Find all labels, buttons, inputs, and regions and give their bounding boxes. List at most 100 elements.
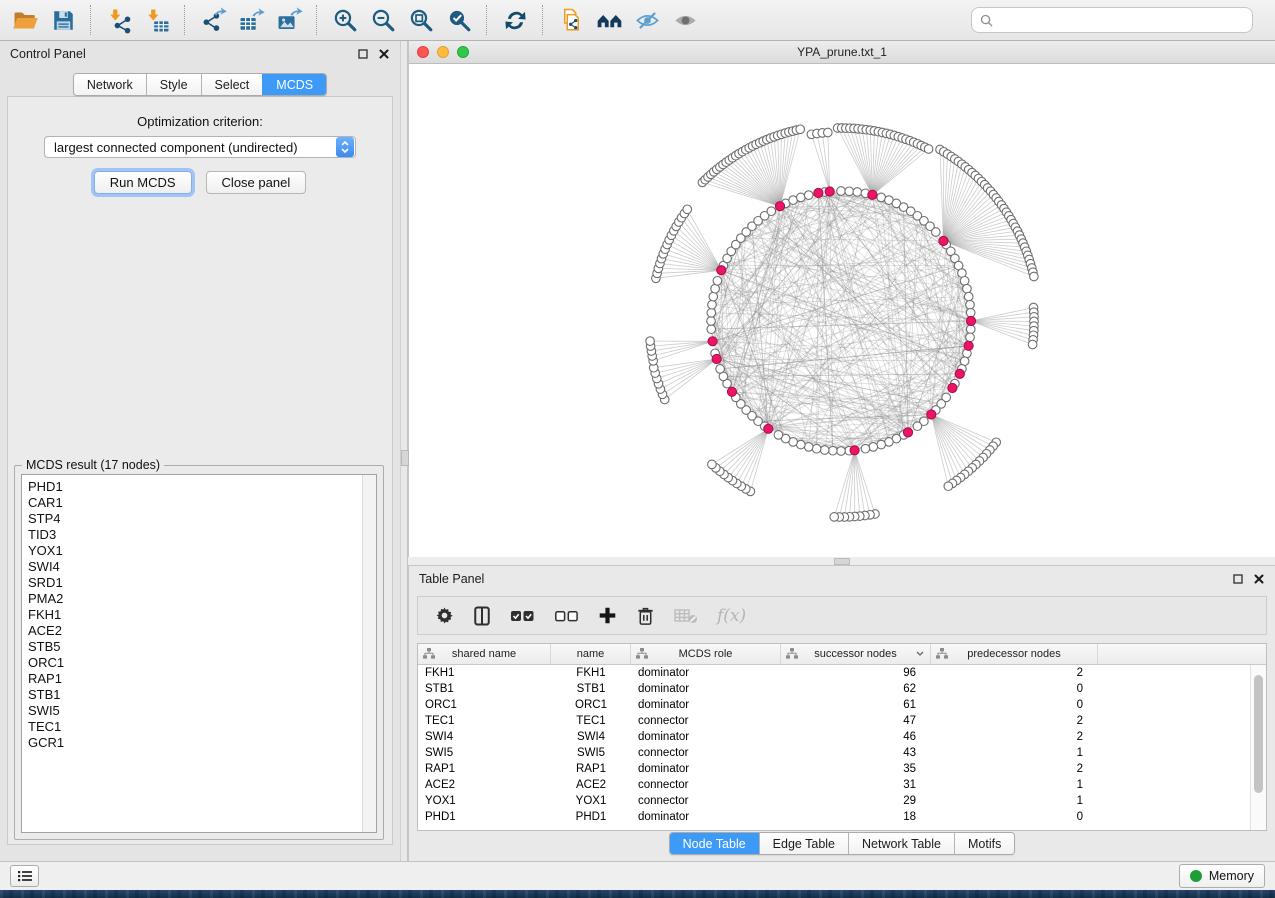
network-node[interactable] [683, 205, 692, 214]
network-node[interactable] [960, 277, 969, 286]
table-tab-motifs[interactable]: Motifs [954, 833, 1014, 854]
network-hub-node[interactable] [717, 266, 726, 275]
open-file-button[interactable] [6, 4, 44, 36]
import-network-button[interactable] [100, 4, 138, 36]
network-graph[interactable] [409, 64, 1274, 558]
run-mcds-button[interactable]: Run MCDS [94, 171, 192, 194]
network-node[interactable] [845, 187, 854, 196]
minimize-window-icon[interactable] [437, 46, 449, 58]
search-input[interactable] [999, 12, 1244, 28]
table-tab-network-table[interactable]: Network Table [848, 833, 954, 854]
table-row[interactable]: YOX1YOX1connector291 [418, 793, 1266, 809]
network-node[interactable] [913, 422, 922, 431]
table-row[interactable]: TEC1TEC1connector472 [418, 713, 1266, 729]
mcds-result-item[interactable]: STB5 [28, 639, 362, 655]
table-row[interactable]: RAP1RAP1dominator352 [418, 761, 1266, 777]
network-node[interactable] [829, 446, 838, 455]
network-node[interactable] [804, 443, 813, 452]
network-node[interactable] [707, 325, 716, 334]
network-hub-node[interactable] [712, 354, 721, 363]
scrollbar-thumb[interactable] [1254, 675, 1263, 793]
network-node[interactable] [924, 145, 933, 154]
network-node[interactable] [964, 292, 973, 301]
table-row[interactable]: SWI4SWI4dominator462 [418, 729, 1266, 745]
mcds-result-item[interactable]: YOX1 [28, 543, 362, 559]
network-node[interactable] [774, 431, 783, 440]
unselect-all-columns-button[interactable] [554, 609, 579, 623]
network-node[interactable] [804, 191, 813, 200]
close-panel-button[interactable]: Close panel [206, 171, 307, 194]
export-network-button[interactable] [194, 4, 232, 36]
vertical-splitter[interactable] [400, 41, 408, 861]
splitter-grip[interactable] [401, 450, 409, 466]
network-node[interactable] [966, 325, 975, 334]
network-hub-node[interactable] [825, 187, 834, 196]
delete-table-button[interactable] [674, 607, 698, 624]
network-node[interactable] [709, 292, 718, 301]
network-hub-node[interactable] [764, 424, 773, 433]
import-table-button[interactable] [138, 4, 176, 36]
network-node[interactable] [853, 188, 862, 197]
refresh-button[interactable] [496, 4, 534, 36]
mcds-result-item[interactable]: SRD1 [28, 575, 362, 591]
network-node[interactable] [877, 440, 886, 449]
zoom-in-button[interactable] [326, 4, 364, 36]
export-image-button[interactable] [270, 4, 308, 36]
network-hub-node[interactable] [775, 202, 784, 211]
network-node[interactable] [812, 444, 821, 453]
network-hub-node[interactable] [948, 383, 957, 392]
mcds-result-item[interactable]: PMA2 [28, 591, 362, 607]
list-scrollbar[interactable] [362, 475, 376, 832]
network-node[interactable] [966, 309, 975, 318]
mcds-result-item[interactable]: ORC1 [28, 655, 362, 671]
splitter-grip[interactable] [834, 558, 850, 565]
network-hub-node[interactable] [903, 428, 912, 437]
float-panel-icon[interactable] [357, 48, 369, 60]
show-columns-button[interactable] [473, 606, 491, 626]
tab-style[interactable]: Style [146, 74, 201, 95]
mcds-result-item[interactable]: TID3 [28, 527, 362, 543]
task-history-button[interactable] [10, 865, 39, 887]
network-hub-node[interactable] [927, 410, 936, 419]
mcds-result-item[interactable]: GCR1 [28, 735, 362, 751]
mcds-result-item[interactable]: STB1 [28, 687, 362, 703]
criterion-dropdown[interactable]: largest connected component (undirected) [44, 136, 356, 158]
horizontal-splitter[interactable] [408, 557, 1275, 565]
table-row[interactable]: FKH1FKH1dominator962 [418, 665, 1266, 681]
copy-network-button[interactable] [552, 4, 590, 36]
network-node[interactable] [716, 365, 725, 374]
network-hub-node[interactable] [966, 316, 975, 325]
zoom-out-button[interactable] [364, 4, 402, 36]
close-window-icon[interactable] [417, 46, 429, 58]
mcds-result-item[interactable]: SWI4 [28, 559, 362, 575]
mcds-result-item[interactable]: TEC1 [28, 719, 362, 735]
network-node[interactable] [797, 193, 806, 202]
table-scrollbar[interactable] [1250, 665, 1266, 830]
float-panel-icon[interactable] [1232, 573, 1244, 585]
show-all-button[interactable] [666, 4, 704, 36]
network-node[interactable] [708, 300, 717, 309]
mcds-result-item[interactable]: CAR1 [28, 495, 362, 511]
table-row[interactable]: SWI5SWI5connector431 [418, 745, 1266, 761]
network-hub-node[interactable] [850, 446, 859, 455]
network-node[interactable] [966, 333, 975, 342]
network-node[interactable] [830, 513, 839, 522]
network-node[interactable] [932, 228, 941, 237]
table-tab-edge-table[interactable]: Edge Table [759, 833, 848, 854]
network-hub-node[interactable] [955, 369, 964, 378]
tab-mcds[interactable]: MCDS [262, 74, 326, 95]
create-column-button[interactable] [598, 606, 617, 625]
table-row[interactable]: STB1STB1dominator620 [418, 681, 1266, 697]
save-session-button[interactable] [44, 4, 82, 36]
close-panel-icon[interactable] [1253, 573, 1265, 585]
network-node[interactable] [944, 482, 953, 491]
table-tab-node-table[interactable]: Node Table [670, 833, 759, 854]
mcds-result-item[interactable]: STP4 [28, 511, 362, 527]
first-neighbors-button[interactable] [590, 4, 628, 36]
tab-select[interactable]: Select [201, 74, 263, 95]
column-header-shared-name[interactable]: shared name [418, 644, 551, 664]
network-node[interactable] [963, 284, 972, 293]
network-node[interactable] [708, 460, 717, 469]
memory-button[interactable]: Memory [1179, 864, 1265, 888]
network-hub-node[interactable] [868, 190, 877, 199]
